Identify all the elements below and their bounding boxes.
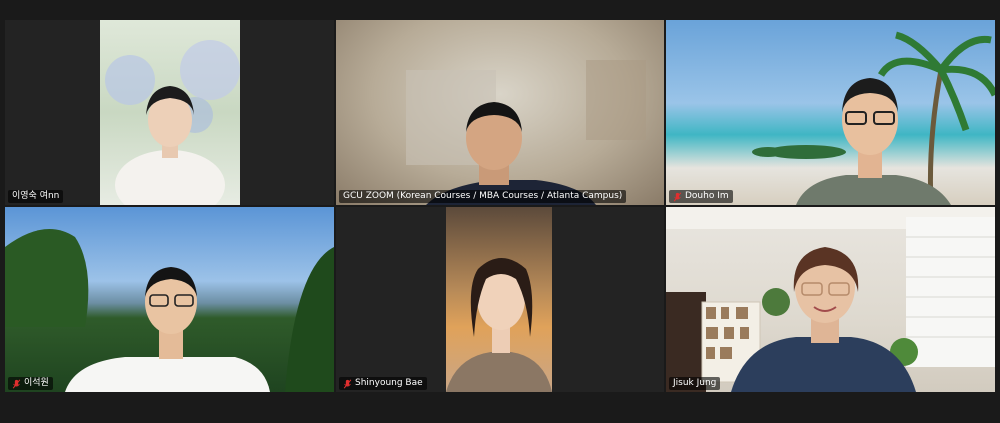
participant-name-tag-3: Douho Im [669, 190, 733, 203]
video-frame-3 [752, 31, 995, 205]
video-frame-5 [446, 258, 552, 392]
participant-name: Jisuk Jung [673, 378, 717, 388]
video-tile-3[interactable]: Douho Im [666, 20, 995, 205]
participant-name: 이영숙 여nn [12, 191, 60, 201]
video-tile-5[interactable]: Shinyoung Bae [336, 207, 664, 392]
video-frame-2 [406, 60, 646, 205]
video-feed-5 [446, 207, 552, 392]
gallery-view: 이영숙 여nn GCU ZOOM (Korean Courses / MBA C… [0, 0, 1000, 423]
video-tile-6-active-speaker[interactable]: Jisuk Jung [666, 207, 995, 392]
video-feed-4 [5, 207, 334, 392]
participant-name: GCU ZOOM (Korean Courses / MBA Courses /… [343, 191, 623, 201]
microphone-muted-icon [343, 379, 352, 388]
participant-name: Shinyoung Bae [355, 378, 423, 388]
video-frame-4 [5, 229, 334, 392]
video-tile-1[interactable]: 이영숙 여nn [5, 20, 334, 205]
video-feed-2 [336, 20, 664, 205]
participant-name-tag-6: Jisuk Jung [669, 377, 721, 390]
microphone-muted-icon [673, 192, 682, 201]
video-frame-1 [105, 40, 240, 205]
video-feed-6 [666, 207, 995, 392]
video-feed-1 [100, 20, 240, 205]
participant-name: 이석원 [24, 378, 49, 388]
participant-name-tag-2: GCU ZOOM (Korean Courses / MBA Courses /… [339, 190, 627, 203]
video-frame-6 [666, 207, 995, 392]
participant-name-tag-4: 이석원 [8, 377, 53, 390]
participant-name: Douho Im [685, 191, 729, 201]
microphone-muted-icon [12, 379, 21, 388]
video-feed-3 [666, 20, 995, 205]
video-tile-4[interactable]: 이석원 [5, 207, 334, 392]
video-tile-2[interactable]: GCU ZOOM (Korean Courses / MBA Courses /… [336, 20, 664, 205]
participant-name-tag-5: Shinyoung Bae [339, 377, 427, 390]
participant-name-tag-1: 이영숙 여nn [8, 190, 64, 203]
